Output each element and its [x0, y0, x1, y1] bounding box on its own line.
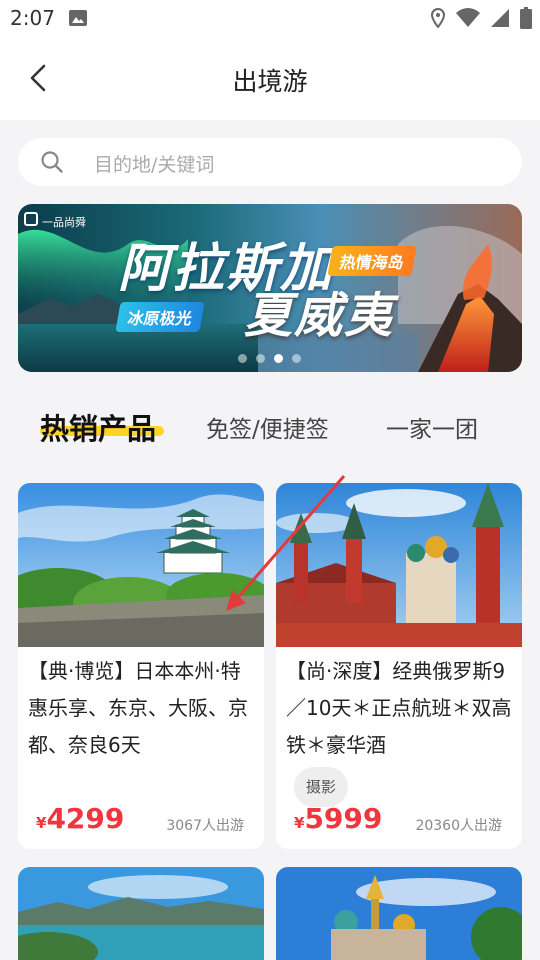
status-time: 2:07	[10, 6, 55, 30]
search-placeholder: 目的地/关键词	[94, 154, 215, 176]
navigation-bar: 出境游	[0, 36, 540, 120]
product-card[interactable]	[276, 867, 522, 960]
banner-dot[interactable]	[292, 354, 301, 363]
category-tabs: 热销产品 免签/便捷签 一家一团	[0, 404, 540, 454]
brand-logo-icon	[24, 212, 38, 226]
product-card[interactable]	[18, 867, 264, 960]
banner-title-hawaii: 夏威夷	[244, 288, 395, 344]
promo-banner[interactable]: 一品尚舜 阿拉斯加 热情海岛 冰原极光 夏威夷	[18, 204, 522, 372]
banner-tag-hot-island: 热情海岛	[327, 246, 417, 276]
product-sold-count: 20360人出游	[415, 818, 502, 834]
banner-dot-active[interactable]	[274, 354, 283, 363]
product-sold-count: 3067人出游	[166, 818, 244, 834]
banner-pagination	[238, 354, 301, 363]
search-icon	[41, 151, 63, 173]
product-card[interactable]: 【典·博览】日本本州·特惠乐享、东京、大阪、京都、奈良6天 ¥4299 3067…	[18, 483, 264, 849]
price-value: 5999	[304, 802, 383, 835]
search-input[interactable]: 目的地/关键词	[18, 138, 522, 186]
product-card[interactable]: 【尚·深度】经典俄罗斯9／10天＊正点航班＊双高铁＊豪华酒 摄影 ¥5999 2…	[276, 483, 522, 849]
product-price: ¥4299	[36, 802, 124, 835]
price-currency: ¥	[36, 814, 47, 832]
photo-notification-icon	[69, 10, 87, 26]
tab-visa-free[interactable]: 免签/便捷签	[206, 410, 329, 444]
product-price: ¥5999	[294, 802, 382, 835]
tab-hot-products[interactable]: 热销产品	[40, 406, 156, 448]
status-bar: 2:07	[0, 0, 540, 36]
product-tag: 摄影	[294, 767, 349, 807]
price-currency: ¥	[294, 814, 305, 832]
product-title: 【典·博览】日本本州·特惠乐享、东京、大阪、京都、奈良6天	[28, 659, 248, 757]
price-value: 4299	[46, 802, 125, 835]
battery-icon	[520, 7, 532, 29]
product-title: 【尚·深度】经典俄罗斯9／10天＊正点航班＊双高铁＊豪华酒	[286, 659, 512, 757]
product-image-cathedral	[276, 867, 522, 960]
wifi-icon	[456, 8, 480, 27]
banner-tag-aurora: 冰原极光	[115, 302, 205, 332]
banner-dot[interactable]	[256, 354, 265, 363]
banner-dot[interactable]	[238, 354, 247, 363]
location-icon	[430, 8, 446, 28]
page-title: 出境游	[232, 67, 308, 96]
tab-family-group[interactable]: 一家一团	[386, 410, 478, 444]
product-image-coastline	[18, 867, 264, 960]
product-image-moscow-kremlin	[276, 483, 522, 647]
product-image-osaka-castle	[18, 483, 264, 647]
banner-brand: 一品尚舜	[42, 216, 86, 229]
signal-icon	[491, 9, 509, 27]
